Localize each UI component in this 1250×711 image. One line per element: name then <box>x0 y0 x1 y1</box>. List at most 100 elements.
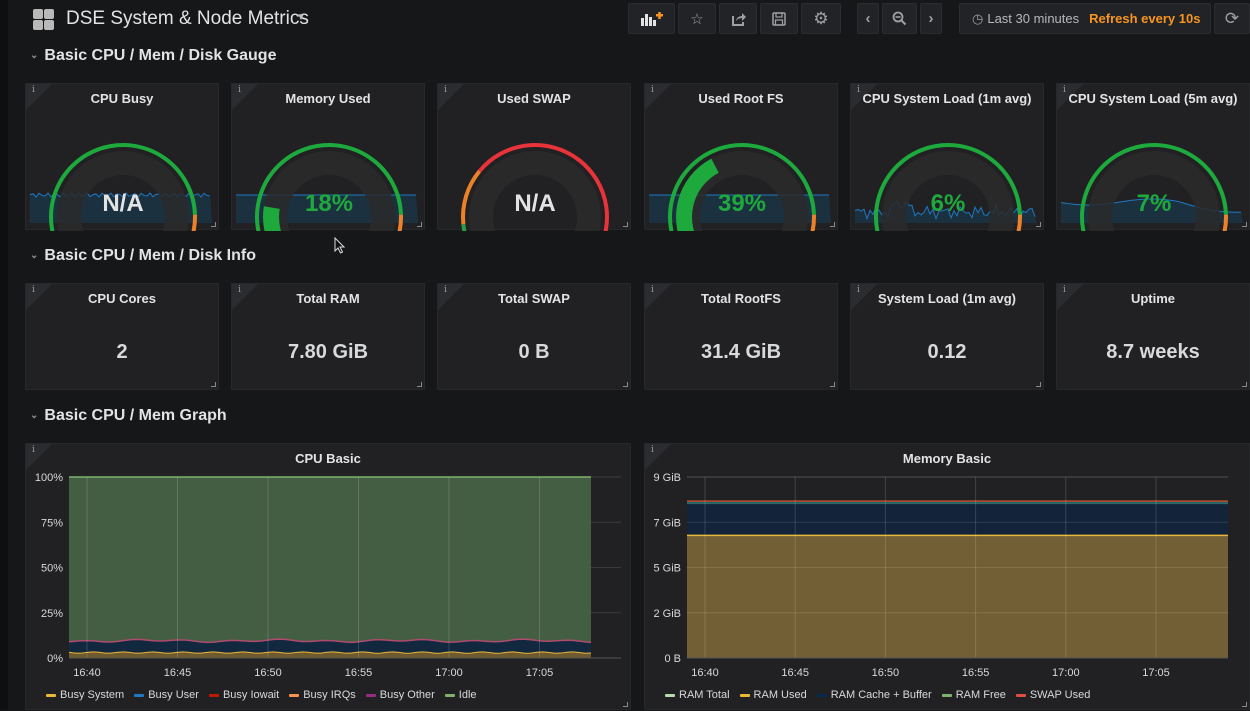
legend-item[interactable]: RAM Cache + Buffer <box>816 689 932 701</box>
panel-gauge[interactable]: i CPU System Load (5m avg) 7% <box>1056 83 1250 231</box>
panel-title[interactable]: CPU Cores <box>26 291 218 306</box>
y-tick-label: 25% <box>41 608 63 620</box>
panel-memory-basic[interactable]: i Memory Basic 0 B2 GiB 5 GiB 7 GiB 9 GiB 16… <box>644 443 1250 710</box>
y-tick-label: 50% <box>41 563 63 575</box>
panel-gauge[interactable]: i Used SWAP N/A <box>437 83 631 231</box>
resize-handle[interactable] <box>417 222 422 227</box>
settings-button[interactable]: ⚙ <box>801 3 841 34</box>
legend-label: Busy Other <box>379 689 435 701</box>
legend-item[interactable]: Busy IRQs <box>289 689 356 701</box>
x-tick-label: 16:55 <box>962 667 990 679</box>
panel-stat[interactable]: i Total RootFS 31.4 GiB <box>644 283 838 390</box>
resize-handle[interactable] <box>623 222 628 227</box>
caret-down-icon[interactable]: ▼ <box>296 12 306 23</box>
legend-swatch <box>665 693 675 697</box>
resize-handle[interactable] <box>830 222 835 227</box>
resize-handle[interactable] <box>1242 382 1247 387</box>
row-header-graph[interactable]: ⌄ Basic CPU / Mem Graph <box>30 407 227 425</box>
series-cache-area <box>687 501 1228 536</box>
add-panel-button[interactable] <box>628 3 675 34</box>
gauge: 7% <box>1060 143 1243 231</box>
legend-label: RAM Total <box>679 689 730 701</box>
legend-label: RAM Used <box>753 689 807 701</box>
chevron-right-icon: › <box>928 10 934 27</box>
resize-handle[interactable] <box>623 702 628 707</box>
resize-handle[interactable] <box>1036 222 1041 227</box>
legend-label: RAM Free <box>955 689 1006 701</box>
time-picker[interactable]: ◷ Last 30 minutes Refresh every 10s <box>959 3 1211 34</box>
legend-item[interactable]: RAM Free <box>941 689 1006 701</box>
legend-swatch <box>46 693 56 697</box>
legend-item[interactable]: SWAP Used <box>1015 689 1090 701</box>
x-tick-label: 17:05 <box>526 667 554 679</box>
panel-title[interactable]: System Load (1m avg) <box>851 291 1043 306</box>
save-button[interactable] <box>760 3 798 34</box>
legend-item[interactable]: Busy System <box>46 689 124 701</box>
gauge-value: N/A <box>514 190 555 217</box>
x-tick-label: 16:40 <box>73 667 101 679</box>
chevron-left-icon: ‹ <box>865 10 871 27</box>
chevron-down-icon: ⌄ <box>30 410 39 421</box>
star-icon: ☆ <box>690 10 704 28</box>
dashboard-title[interactable]: DSE System & Node Metrics <box>66 8 309 30</box>
resize-handle[interactable] <box>211 382 216 387</box>
panel-stat[interactable]: i Total RAM 7.80 GiB <box>231 283 425 390</box>
panel-stat[interactable]: i Uptime 8.7 weeks <box>1056 283 1250 390</box>
time-forward-button[interactable]: › <box>920 3 942 34</box>
resize-handle[interactable] <box>830 382 835 387</box>
zoom-out-icon <box>892 11 907 26</box>
legend-item[interactable]: RAM Total <box>665 689 730 701</box>
panel-gauge[interactable]: i Used Root FS 39% <box>644 83 838 231</box>
legend-swatch <box>289 693 300 697</box>
panel-stat[interactable]: i CPU Cores 2 <box>25 283 219 390</box>
y-tick-label: 2 GiB <box>653 608 681 620</box>
panel-title[interactable]: Total RAM <box>232 291 424 306</box>
y-tick-label: 0% <box>47 653 63 665</box>
y-tick-label: 0 B <box>664 653 681 665</box>
resize-handle[interactable] <box>211 222 216 227</box>
panel-title[interactable]: Total SWAP <box>438 291 630 306</box>
resize-handle[interactable] <box>623 382 628 387</box>
panel-gauge[interactable]: i Memory Used 18% <box>231 83 425 231</box>
x-tick-label: 17:05 <box>1142 667 1170 679</box>
legend-label: Busy Iowait <box>222 689 280 701</box>
time-back-button[interactable]: ‹ <box>857 3 879 34</box>
y-tick-label: 9 GiB <box>653 472 681 484</box>
resize-handle[interactable] <box>1242 702 1247 707</box>
x-tick-label: 16:55 <box>345 667 373 679</box>
memory-basic-chart: 0 B 2 GiB 5 GiB 7 GiB 9 GiB 16:40 16:45 16:50 16… <box>653 472 1228 679</box>
legend-item[interactable]: Idle <box>444 689 477 701</box>
y-tick-label: 100% <box>35 472 63 484</box>
legend-item[interactable]: Busy Iowait <box>208 689 280 701</box>
row-header-gauge[interactable]: ⌄ Basic CPU / Mem / Disk Gauge <box>30 47 276 65</box>
resize-handle[interactable] <box>417 382 422 387</box>
panel-cpu-basic[interactable]: i CPU Basic 0% 25% 50% 75% 100% 16:40 16:45 16:… <box>25 443 631 710</box>
stat-value: 7.80 GiB <box>287 341 369 363</box>
legend-swatch <box>816 693 827 697</box>
cpu-basic-chart: 0% 25% 50% 75% 100% 16:40 16:45 16:50 16:55 17:00… <box>35 472 621 679</box>
panel-title[interactable]: Total RootFS <box>645 291 837 306</box>
panel-stat[interactable]: i Total SWAP 0 B <box>437 283 631 390</box>
row-header-info[interactable]: ⌄ Basic CPU / Mem / Disk Info <box>30 247 256 265</box>
panel-stat[interactable]: i System Load (1m avg) 0.12 <box>850 283 1044 390</box>
gauge: N/A <box>29 143 212 231</box>
time-range-label: Last 30 minutes <box>987 11 1080 26</box>
gauge-value: 18% <box>305 190 353 217</box>
share-button[interactable] <box>719 3 757 34</box>
panel-gauge[interactable]: i CPU System Load (1m avg) 6% <box>850 83 1044 231</box>
dashboards-icon[interactable] <box>33 9 54 30</box>
star-button[interactable]: ☆ <box>678 3 716 34</box>
resize-handle[interactable] <box>1242 222 1247 227</box>
mouse-cursor <box>334 237 346 254</box>
panel-gauge[interactable]: i CPU Busy N/A <box>25 83 219 231</box>
x-tick-label: 17:00 <box>1052 667 1080 679</box>
legend-item[interactable]: Busy Other <box>365 689 435 701</box>
legend-item[interactable]: RAM Used <box>739 689 807 701</box>
refresh-button[interactable]: ⟳ <box>1214 3 1250 34</box>
legend-label: Idle <box>458 689 477 701</box>
zoom-out-button[interactable] <box>882 3 917 34</box>
clock-icon: ◷ <box>972 10 984 26</box>
resize-handle[interactable] <box>1036 382 1041 387</box>
legend-item[interactable]: Busy User <box>134 689 199 701</box>
panel-title[interactable]: Uptime <box>1057 291 1249 306</box>
